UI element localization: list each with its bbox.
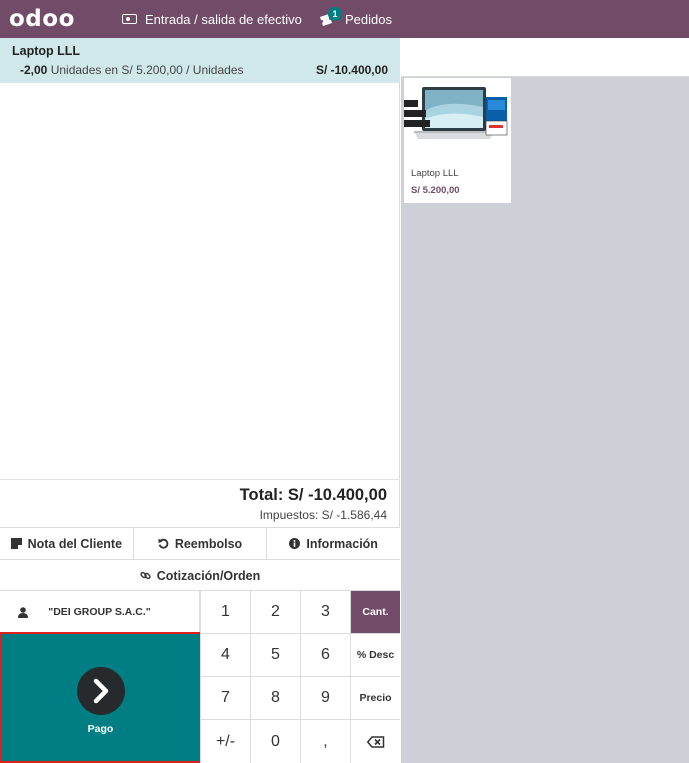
numpad-mode-price[interactable]: Precio bbox=[350, 676, 400, 719]
pay-button[interactable]: Pago bbox=[0, 632, 201, 763]
orders-button[interactable]: 1 Pedidos bbox=[319, 0, 392, 38]
numpad-key-5[interactable]: 5 bbox=[250, 633, 300, 676]
orders-count-badge: 1 bbox=[328, 7, 342, 21]
orders-label: Pedidos bbox=[345, 11, 392, 27]
quotation-order-label: Cotización/Orden bbox=[156, 568, 261, 583]
numpad-key-0[interactable]: 0 bbox=[250, 719, 300, 763]
numpad-key-1[interactable]: 1 bbox=[200, 590, 250, 633]
odoo-logo[interactable]: odoo bbox=[9, 6, 75, 32]
order-line-detail: Unidades en S/ 5.200,00 / Unidades bbox=[50, 63, 244, 77]
order-line-qty: -2,00 bbox=[20, 63, 48, 77]
pay-label: Pago bbox=[87, 723, 114, 735]
info-circle-icon bbox=[289, 538, 301, 549]
cash-in-out-label: Entrada / salida de efectivo bbox=[145, 11, 302, 27]
numpad-key-plus-minus[interactable]: +/- bbox=[200, 719, 250, 763]
numpad-mode-discount[interactable]: % Desc bbox=[350, 633, 400, 676]
info-button[interactable]: Información bbox=[267, 528, 401, 559]
order-line[interactable]: Laptop LLL -2,00 Unidades en S/ 5.200,00… bbox=[0, 38, 400, 83]
numpad-key-6[interactable]: 6 bbox=[300, 633, 350, 676]
refund-button[interactable]: Reembolso bbox=[133, 528, 268, 559]
numpad-key-3[interactable]: 3 bbox=[300, 590, 350, 633]
product-image bbox=[404, 87, 508, 139]
backspace-icon bbox=[366, 735, 384, 748]
chevron-right-icon bbox=[93, 678, 109, 704]
order-pane: Laptop LLL -2,00 Unidades en S/ 5.200,00… bbox=[0, 38, 401, 763]
numpad: 1 2 3 Cant. 4 5 6 % Desc 7 8 9 Precio +/… bbox=[200, 590, 400, 763]
numpad-key-9[interactable]: 9 bbox=[300, 676, 350, 719]
control-buttons-row: Nota del Cliente Reembolso Información bbox=[0, 527, 401, 559]
order-summary: Total: S/ -10.400,00 Impuestos: S/ -1.58… bbox=[0, 479, 400, 527]
products-pane: Laptop LLL S/ 5.200,00 bbox=[401, 38, 689, 763]
numpad-key-comma[interactable]: , bbox=[300, 719, 350, 763]
customer-note-label: Nota del Cliente bbox=[27, 536, 123, 551]
numpad-mode-quantity[interactable]: Cant. bbox=[350, 590, 400, 633]
link-icon bbox=[140, 571, 151, 580]
control-buttons-row-2: Cotización/Orden bbox=[0, 559, 400, 591]
note-icon bbox=[10, 538, 22, 549]
cash-in-out-button[interactable]: Entrada / salida de efectivo bbox=[122, 0, 302, 38]
numpad-key-8[interactable]: 8 bbox=[250, 676, 300, 719]
ticket-icon: 1 bbox=[319, 7, 342, 29]
order-line-product: Laptop LLL bbox=[12, 44, 81, 58]
quotation-order-button[interactable]: Cotización/Orden bbox=[0, 560, 400, 591]
customer-button[interactable]: "DEI GROUP S.A.C." bbox=[0, 590, 200, 633]
numpad-key-4[interactable]: 4 bbox=[200, 633, 250, 676]
numpad-key-backspace[interactable] bbox=[350, 719, 400, 763]
info-label: Información bbox=[306, 536, 378, 551]
order-total: Total: S/ -10.400,00 bbox=[239, 486, 387, 504]
order-line-price: S/ -10.400,00 bbox=[315, 63, 388, 77]
undo-icon bbox=[158, 538, 169, 549]
money-icon bbox=[122, 14, 137, 24]
customer-name: "DEI GROUP S.A.C." bbox=[48, 606, 151, 618]
order-taxes: Impuestos: S/ -1.586,44 bbox=[259, 508, 387, 522]
products-top-bar bbox=[401, 38, 689, 77]
numpad-key-7[interactable]: 7 bbox=[200, 676, 250, 719]
numpad-key-2[interactable]: 2 bbox=[250, 590, 300, 633]
refund-label: Reembolso bbox=[174, 536, 243, 551]
product-card[interactable]: Laptop LLL S/ 5.200,00 bbox=[404, 78, 511, 203]
product-price: S/ 5.200,00 bbox=[411, 185, 460, 196]
user-icon bbox=[18, 606, 28, 618]
product-name: Laptop LLL bbox=[411, 168, 459, 179]
top-navbar: odoo Entrada / salida de efectivo 1 Pedi… bbox=[0, 0, 689, 38]
order-line-info: -2,00 Unidades en S/ 5.200,00 / Unidades bbox=[20, 63, 244, 77]
pay-circle bbox=[77, 667, 125, 715]
customer-note-button[interactable]: Nota del Cliente bbox=[0, 528, 134, 559]
